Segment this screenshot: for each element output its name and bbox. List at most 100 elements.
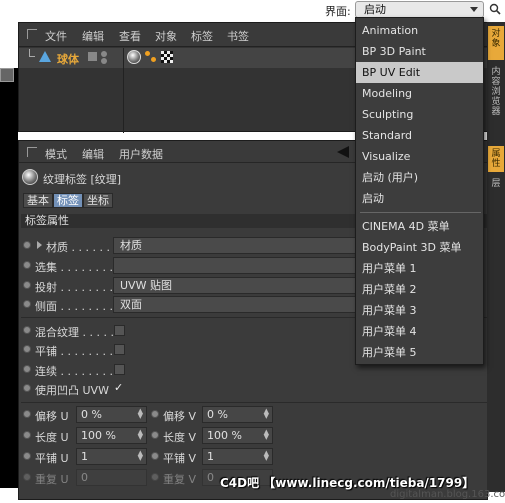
menu-view[interactable]: 查看	[119, 28, 141, 44]
phong-tag-icon[interactable]	[145, 51, 157, 63]
animate-radio[interactable]	[23, 452, 31, 460]
menu-user-data[interactable]: 用户数据	[119, 146, 163, 162]
animate-radio[interactable]	[151, 473, 159, 481]
selection-field[interactable]	[113, 257, 357, 274]
menu-item-sculpting[interactable]: Sculpting	[356, 104, 483, 125]
menu-item-startup[interactable]: 启动	[356, 188, 483, 209]
menu-item-cinema4d-menu[interactable]: CINEMA 4D 菜单	[356, 216, 483, 237]
offset-v-field[interactable]: 0 % ▲ ▼	[202, 406, 273, 423]
menu-separator	[360, 212, 481, 213]
menu-edit[interactable]: 编辑	[82, 146, 104, 162]
animate-radio[interactable]	[23, 241, 31, 249]
offset-row: 偏移 U 0 % ▲ ▼ 偏移 V 0 % ▲ ▼	[19, 406, 487, 426]
spinner-icon: ▲ ▼	[263, 407, 269, 420]
object-row[interactable]: 球体	[19, 48, 123, 68]
tile-label: 平铺 . . . . . . . .	[35, 345, 113, 358]
selection-label: 选集 . . . . . . . .	[35, 261, 113, 274]
menu-object[interactable]: 对象	[155, 28, 177, 44]
checkmark-icon[interactable]: ✓	[114, 381, 123, 394]
menu-item-user-menu-2[interactable]: 用户菜单 2	[356, 279, 483, 300]
menu-file[interactable]: 文件	[45, 28, 67, 44]
tiles-v-label: 平铺 V	[163, 452, 197, 465]
render-dot-icon[interactable]	[101, 51, 107, 57]
length-u-field[interactable]: 100 % ▲ ▼	[76, 427, 147, 444]
seamless-checkbox[interactable]	[114, 364, 125, 375]
tab-basic[interactable]: 基本	[23, 193, 53, 208]
length-row: 长度 U 100 % ▲ ▼ 长度 V 100 % ▲ ▼	[19, 427, 487, 447]
menu-item-bodypaint-menu[interactable]: BodyPaint 3D 菜单	[356, 237, 483, 258]
animate-radio[interactable]	[23, 473, 31, 481]
offset-u-field[interactable]: 0 % ▲ ▼	[76, 406, 147, 423]
menu-mode[interactable]: 模式	[45, 146, 67, 162]
side-select[interactable]: 双面	[113, 296, 357, 313]
animate-radio[interactable]	[23, 281, 31, 289]
layout-label: 界面:	[325, 5, 351, 18]
tiles-v-field[interactable]: 1 ▲ ▼	[202, 448, 273, 465]
animate-radio[interactable]	[151, 431, 159, 439]
tab-content-browser[interactable]: 内容浏览器	[488, 64, 504, 134]
attribute-title: 纹理标签 [纹理]	[43, 173, 122, 186]
tab-attributes[interactable]: 属性	[488, 146, 504, 172]
divider	[21, 402, 487, 403]
menu-item-bp-3d-paint[interactable]: BP 3D Paint	[356, 41, 483, 62]
layout-select[interactable]: 启动	[355, 1, 484, 18]
tab-objects[interactable]: 对象	[488, 26, 504, 60]
back-arrow-icon[interactable]	[337, 146, 349, 158]
expand-arrow-icon[interactable]	[37, 241, 42, 249]
search-icon[interactable]	[489, 3, 503, 17]
material-tag-icon	[22, 169, 38, 185]
right-tab-strip: 对象 内容浏览器 属性 层	[487, 22, 505, 492]
menu-item-user-menu-1[interactable]: 用户菜单 1	[356, 258, 483, 279]
menu-item-modeling[interactable]: Modeling	[356, 83, 483, 104]
tab-tag[interactable]: 标签	[53, 193, 83, 208]
length-v-field[interactable]: 100 % ▲ ▼	[202, 427, 273, 444]
material-field[interactable]: 材质	[113, 237, 357, 254]
menu-item-startup-user[interactable]: 启动 (用户)	[356, 167, 483, 188]
viewport-layout-icon[interactable]	[0, 68, 14, 82]
animate-radio[interactable]	[151, 452, 159, 460]
tree-line-icon	[29, 49, 35, 57]
use-bump-uvw-row: 使用凹凸 UVW ✓	[19, 380, 487, 400]
tab-layers[interactable]: 层	[488, 176, 504, 194]
menu-item-standard[interactable]: Standard	[356, 125, 483, 146]
spinner-icon: ▲ ▼	[263, 449, 269, 462]
spinner-icon: ▲ ▼	[137, 407, 143, 420]
projection-label: 投射 . . . . . . . .	[35, 281, 113, 294]
viewport-edge	[0, 68, 18, 488]
texture-tag-icon[interactable]	[161, 51, 173, 63]
tab-coordinates[interactable]: 坐标	[83, 193, 113, 208]
panel-handle-icon	[27, 147, 37, 157]
animate-radio[interactable]	[23, 365, 31, 373]
animate-radio[interactable]	[23, 431, 31, 439]
menu-item-animation[interactable]: Animation	[356, 20, 483, 41]
animate-radio[interactable]	[23, 326, 31, 334]
menu-item-user-menu-5[interactable]: 用户菜单 5	[356, 342, 483, 363]
offset-v-label: 偏移 V	[163, 410, 197, 423]
animate-radio[interactable]	[23, 345, 31, 353]
material-tag-icon[interactable]	[127, 50, 141, 64]
tile-checkbox[interactable]	[114, 344, 125, 355]
tiles-u-field[interactable]: 1 ▲ ▼	[76, 448, 147, 465]
menu-item-user-menu-4[interactable]: 用户菜单 4	[356, 321, 483, 342]
animate-radio[interactable]	[151, 410, 159, 418]
layout-dropdown-menu: Animation BP 3D Paint BP UV Edit Modelin…	[355, 17, 484, 365]
object-name[interactable]: 球体	[57, 51, 79, 67]
repeat-u-field[interactable]: 0	[76, 469, 147, 486]
animate-radio[interactable]	[23, 300, 31, 308]
menu-bookmark[interactable]: 书签	[227, 28, 249, 44]
animate-radio[interactable]	[23, 410, 31, 418]
menu-item-bp-uv-edit[interactable]: BP UV Edit	[356, 62, 483, 83]
seamless-label: 连续 . . . . . . . .	[35, 365, 113, 378]
editor-visibility-icon[interactable]	[87, 51, 98, 62]
projection-select[interactable]: UVW 贴图	[113, 277, 357, 294]
menu-tag[interactable]: 标签	[191, 28, 213, 44]
mix-checkbox[interactable]	[114, 325, 125, 336]
menu-edit[interactable]: 编辑	[82, 28, 104, 44]
animate-radio[interactable]	[23, 384, 31, 392]
menu-item-visualize[interactable]: Visualize	[356, 146, 483, 167]
menu-item-user-menu-3[interactable]: 用户菜单 3	[356, 300, 483, 321]
editor-dot-icon[interactable]	[101, 58, 107, 64]
animate-radio[interactable]	[23, 261, 31, 269]
spinner-icon: ▲ ▼	[137, 428, 143, 441]
tiles-u-label: 平铺 U	[35, 452, 69, 465]
